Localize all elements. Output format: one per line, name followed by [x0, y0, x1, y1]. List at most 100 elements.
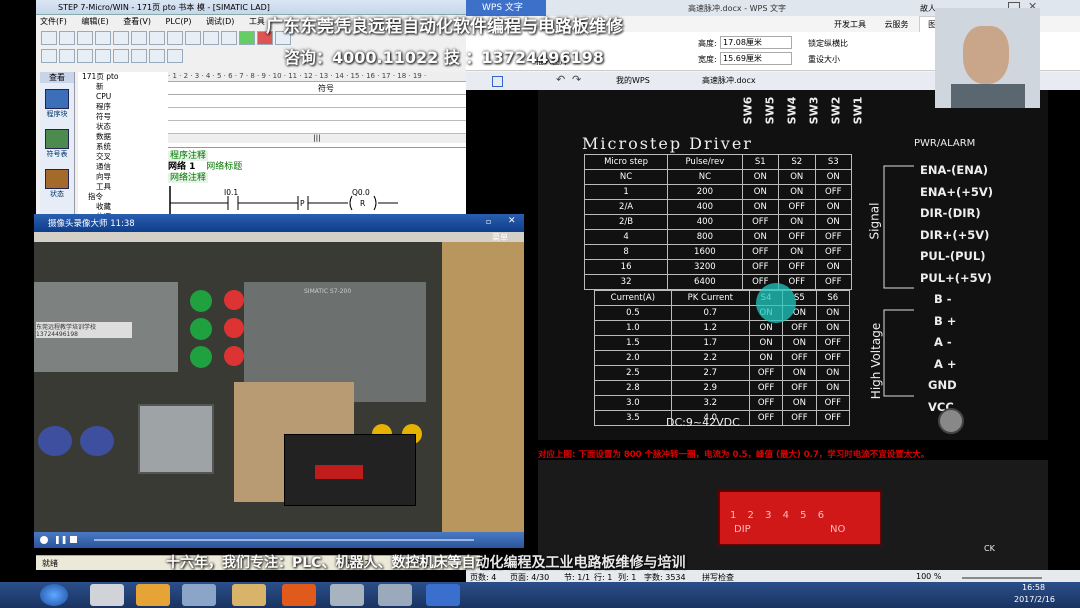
nav-symbol-table[interactable]: 符号表: [44, 129, 70, 163]
terminal-label: A -: [934, 335, 952, 349]
record-icon[interactable]: [40, 536, 48, 544]
box-icon[interactable]: [113, 49, 129, 63]
save-icon[interactable]: [77, 31, 93, 45]
open-icon[interactable]: [59, 31, 75, 45]
symbol-row[interactable]: [168, 108, 466, 121]
blue-lamp: [38, 426, 72, 456]
start-button[interactable]: [40, 584, 68, 606]
navigation-bar: 查看 程序块 符号表 状态: [40, 72, 75, 215]
download-icon[interactable]: [203, 31, 219, 45]
cut-icon[interactable]: [113, 31, 129, 45]
menu-file[interactable]: 文件(F): [40, 17, 67, 26]
coil-type-label: R: [360, 199, 366, 208]
line-down-icon[interactable]: [149, 49, 165, 63]
tree-item[interactable]: 符号: [82, 112, 168, 122]
paste-icon[interactable]: [149, 31, 165, 45]
taskbar-app-icon[interactable]: [136, 584, 170, 606]
tree-item[interactable]: 指令: [82, 192, 168, 202]
pause-icon[interactable]: ❚❚: [54, 535, 67, 544]
taskbar-app-icon[interactable]: [90, 584, 124, 606]
delete-network-icon[interactable]: [59, 49, 75, 63]
ladder-rung[interactable]: [168, 186, 466, 215]
camera-titlebar[interactable]: 摄像头录像大师 11:38 ▫ ✕ 菜单: [34, 214, 524, 242]
tree-item[interactable]: 收藏: [82, 202, 168, 212]
upload-icon[interactable]: [221, 31, 237, 45]
height-input[interactable]: 17.08厘米: [720, 36, 792, 49]
symbol-icon[interactable]: [167, 49, 183, 63]
taskbar-app-icon[interactable]: [378, 584, 412, 606]
compile-icon[interactable]: [185, 31, 201, 45]
symbol-row[interactable]: [168, 95, 466, 108]
nav-status[interactable]: 状态: [44, 169, 70, 203]
camera-feed: 东莞远程教学培训学校 13724496198 SIMATIC S7-200: [34, 242, 524, 532]
tab-devtools[interactable]: 开发工具: [826, 17, 874, 33]
reset-size-button[interactable]: 重设大小: [808, 54, 840, 65]
quick-save-icon[interactable]: [492, 76, 503, 87]
run-icon[interactable]: [239, 31, 255, 45]
lock-aspect-checkbox[interactable]: 锁定纵横比: [808, 38, 848, 49]
col-marker[interactable]: |||: [168, 134, 466, 143]
tree-item[interactable]: 新: [82, 82, 168, 92]
cam-close-icon[interactable]: ✕: [508, 216, 516, 226]
tree-item[interactable]: 程序: [82, 102, 168, 112]
wood-panel: [442, 242, 524, 532]
microstep-table: Micro step Pulse/rev S1 S2 S3 NC NC ON ON ON 1 20…: [583, 154, 852, 290]
taskbar-app-icon[interactable]: [330, 584, 364, 606]
user-name[interactable]: 故人: [920, 3, 936, 14]
taskbar-app-icon[interactable]: [426, 584, 460, 606]
taskbar-app-icon[interactable]: [182, 584, 216, 606]
menu-tools[interactable]: 工具: [249, 17, 265, 26]
tree-item[interactable]: 工具: [82, 182, 168, 192]
width-input[interactable]: 15.69厘米: [720, 52, 792, 65]
stop-icon[interactable]: [70, 536, 77, 543]
taskbar-app-icon[interactable]: [282, 584, 316, 606]
progress-track[interactable]: [94, 539, 474, 541]
taskbar-app-icon[interactable]: [232, 584, 266, 606]
tree-item[interactable]: 状态: [82, 122, 168, 132]
table-row: 1.0 1.2 ON OFF ON: [594, 320, 851, 336]
print-icon[interactable]: [95, 31, 111, 45]
tab-document[interactable]: 高速脉冲.docx: [702, 75, 756, 86]
zoom-level[interactable]: 100 %: [916, 572, 941, 581]
undo-icon[interactable]: ↶: [556, 73, 565, 86]
symbol-row[interactable]: [168, 121, 466, 134]
clock-time[interactable]: 16:58: [1022, 583, 1045, 592]
clock-date[interactable]: 2017/2/16: [1014, 595, 1055, 604]
insert-network-icon[interactable]: [41, 49, 57, 63]
tree-item[interactable]: CPU: [82, 92, 168, 102]
undo-icon[interactable]: [167, 31, 183, 45]
menu-debug[interactable]: 调试(D): [206, 17, 234, 26]
menu-view[interactable]: 查看(V): [123, 17, 151, 26]
tree-item[interactable]: 数据: [82, 132, 168, 142]
terminal-brackets: [883, 165, 914, 397]
nav-program-block[interactable]: 程序块: [44, 89, 70, 123]
tree-item[interactable]: 系统: [82, 142, 168, 152]
camera-controls: ❚❚: [34, 532, 524, 548]
unit-marker: CK: [984, 544, 995, 553]
green-button: [190, 318, 212, 340]
copy-icon[interactable]: [131, 31, 147, 45]
menu-edit[interactable]: 编辑(E): [81, 17, 108, 26]
line-up-icon[interactable]: [131, 49, 147, 63]
doc-title: 高速脉冲.docx - WPS 文字: [688, 4, 786, 13]
zoom-slider[interactable]: [962, 577, 1042, 579]
contact-icon[interactable]: [77, 49, 93, 63]
new-icon[interactable]: [41, 31, 57, 45]
tray-area: 16:58 2017/2/16: [960, 582, 1080, 608]
tree-item[interactable]: 向导: [82, 172, 168, 182]
tree-root[interactable]: 171页 pto: [82, 72, 168, 82]
table-row: 2/A 400 ON OFF ON: [583, 199, 852, 215]
tab-cloud[interactable]: 云服务: [877, 17, 917, 33]
tree-item[interactable]: 通信: [82, 162, 168, 172]
panel-title: Microstep Driver: [582, 134, 753, 153]
tab-my-wps[interactable]: 我的WPS: [616, 75, 650, 86]
current-table: Current(A)PK CurrentS4S5S6 0.50.7ONONON …: [594, 290, 851, 426]
redo-icon[interactable]: ↷: [572, 73, 581, 86]
tree-item[interactable]: 交叉: [82, 152, 168, 162]
cam-minimize-icon[interactable]: ▫: [486, 217, 491, 226]
coil-icon[interactable]: [95, 49, 111, 63]
program-comment[interactable]: 程序注释: [168, 147, 466, 161]
network-header[interactable]: 网络 1 网络标题: [168, 159, 466, 172]
menu-plc[interactable]: PLC(P): [166, 17, 192, 26]
blue-lamp: [80, 426, 114, 456]
